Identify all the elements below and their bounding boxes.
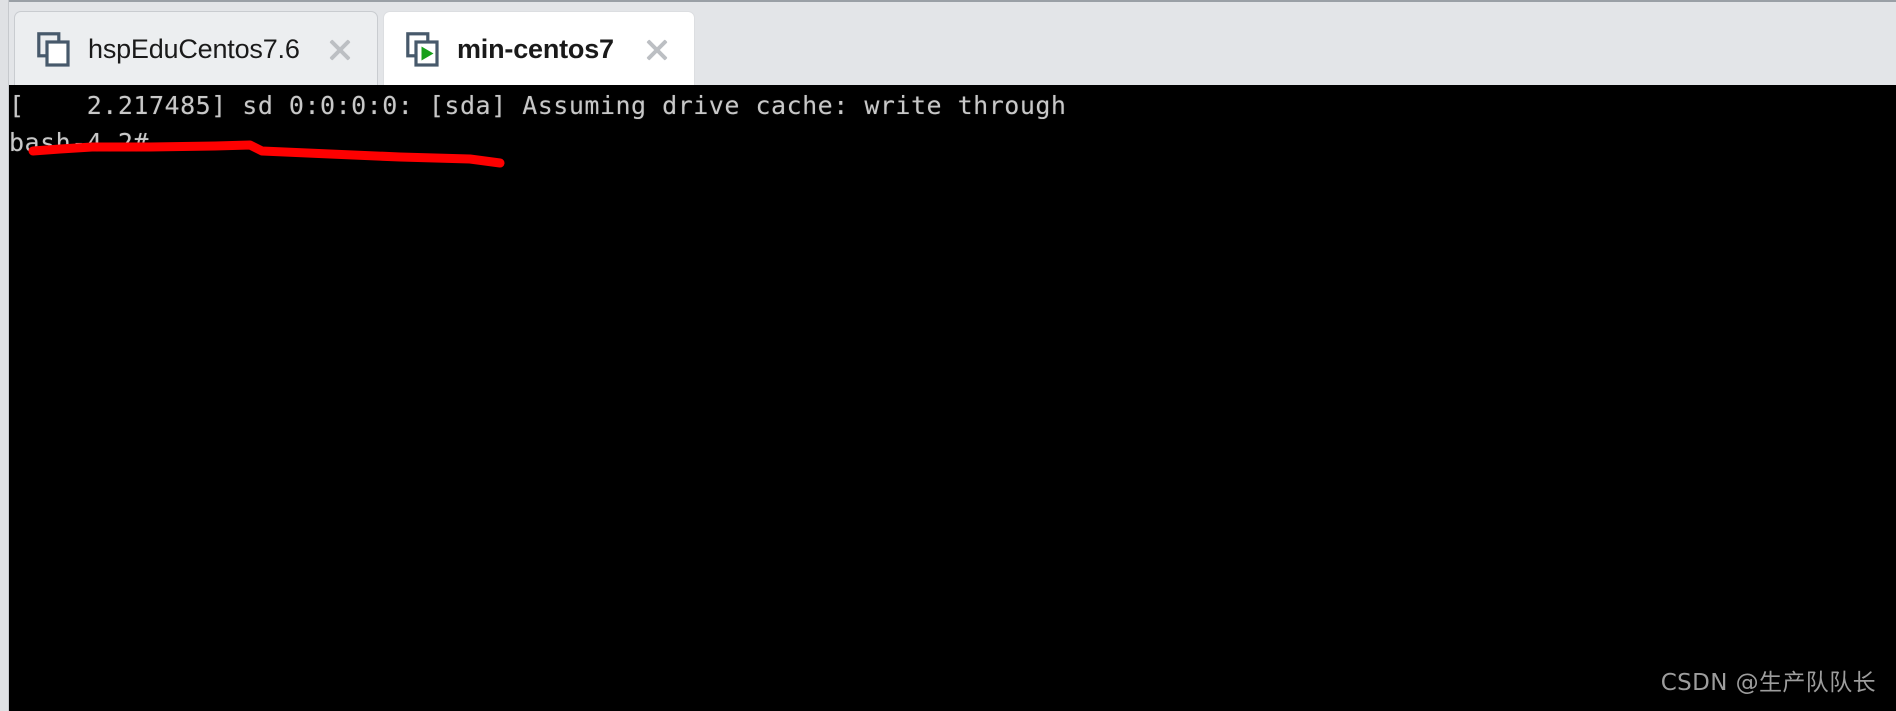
tab-label: min-centos7 — [457, 34, 614, 64]
terminal-output-text: [ 2.217485] sd 0:0:0:0: [sda] Assuming d… — [9, 91, 1067, 157]
window-frame-left-edge — [0, 0, 9, 711]
vm-console-terminal[interactable]: [ 2.217485] sd 0:0:0:0: [sda] Assuming d… — [0, 85, 1896, 711]
close-icon[interactable] — [325, 35, 355, 65]
tab-bar: hspEduCentos7.6 min-centos7 — [0, 0, 1896, 87]
tab-hspeducentos76[interactable]: hspEduCentos7.6 — [14, 11, 378, 87]
vmware-workstation-window: hspEduCentos7.6 min-centos7 [ 2.217485] … — [0, 0, 1896, 711]
close-icon[interactable] — [642, 35, 672, 65]
tab-label: hspEduCentos7.6 — [88, 34, 300, 64]
vm-running-icon — [406, 31, 440, 68]
tab-min-centos7[interactable]: min-centos7 — [383, 11, 695, 87]
vm-stopped-icon — [37, 31, 71, 68]
csdn-watermark: CSDN @生产队队长 — [1660, 670, 1876, 696]
